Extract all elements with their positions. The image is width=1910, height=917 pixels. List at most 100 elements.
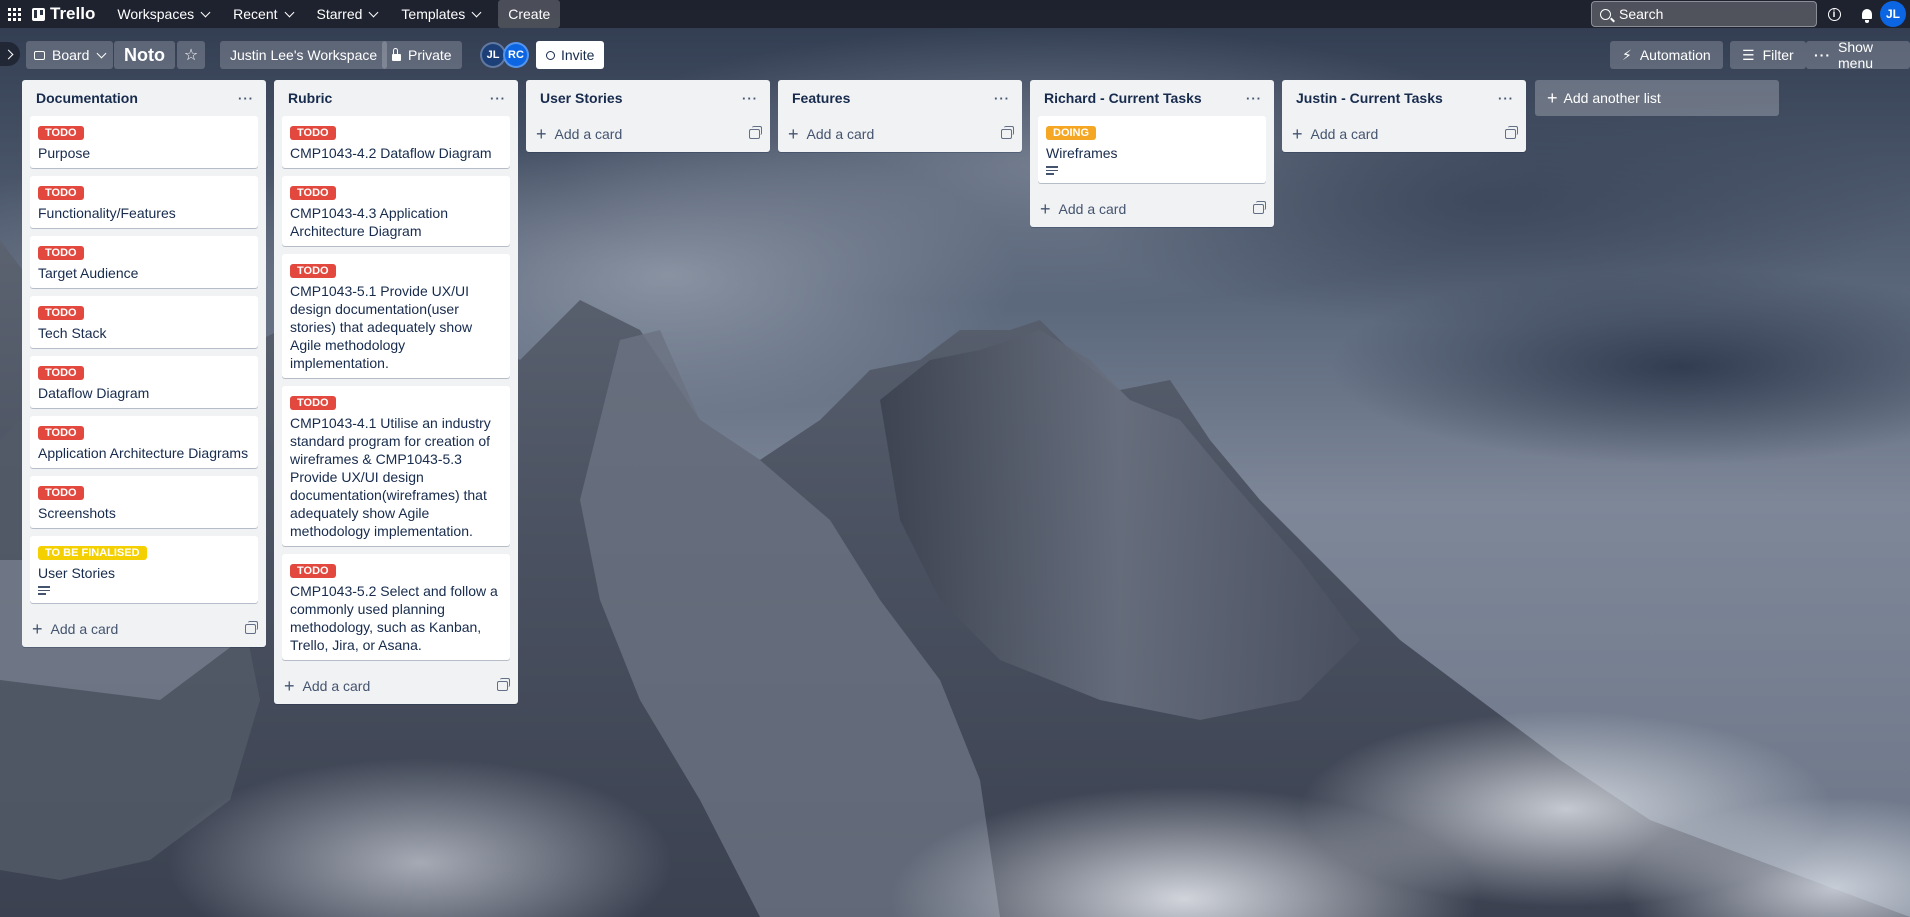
add-card-button[interactable]: + Add a card (1030, 191, 1274, 227)
star-board-button[interactable]: ☆ (177, 41, 205, 69)
app-switcher-icon[interactable] (0, 0, 28, 28)
plus-icon: + (1292, 124, 1303, 144)
card[interactable]: TODO Purpose (30, 116, 258, 168)
board-title[interactable]: Noto (114, 41, 175, 69)
search-box[interactable] (1591, 1, 1817, 27)
list-actions-icon[interactable]: ··· (1246, 91, 1262, 106)
chevron-right-icon (3, 49, 14, 59)
list-title[interactable]: Justin - Current Tasks (1296, 90, 1498, 106)
information-icon[interactable]: i (1824, 4, 1844, 24)
chevron-down-icon (368, 7, 379, 17)
create-from-template-icon[interactable] (245, 620, 258, 634)
add-card-button[interactable]: + Add a card (22, 611, 266, 647)
list-header[interactable]: Features ··· (778, 80, 1022, 116)
card[interactable]: TODO Tech Stack (30, 296, 258, 348)
list-documentation: Documentation ··· TODO Purpose TODO Functi… (22, 80, 266, 647)
account-avatar[interactable]: JL (1880, 1, 1906, 27)
card-label: TODO (38, 126, 84, 140)
filter-button[interactable]: ☰ Filter (1730, 41, 1806, 69)
card[interactable]: TODO Dataflow Diagram (30, 356, 258, 408)
card[interactable]: TODO CMP1043-4.3 Application Architecture… (282, 176, 510, 246)
automation-button[interactable]: ⚡ Automation (1610, 41, 1723, 69)
add-another-list-button[interactable]: + Add another list (1535, 80, 1779, 116)
list-actions-icon[interactable]: ··· (742, 91, 758, 106)
add-card-button[interactable]: + Add a card (526, 116, 770, 152)
list-actions-icon[interactable]: ··· (490, 91, 506, 106)
top-navigation: Trello Workspaces Recent Starred Templat… (0, 0, 1910, 28)
sidebar-expand-button[interactable] (0, 42, 20, 66)
more-icon: ··· (1814, 47, 1831, 63)
plus-icon: + (1040, 198, 1051, 219)
list-actions-icon[interactable]: ··· (238, 91, 254, 106)
list-actions-icon[interactable]: ··· (994, 91, 1010, 106)
create-from-template-icon[interactable] (749, 126, 762, 139)
list-header[interactable]: User Stories ··· (526, 80, 770, 116)
filter-icon: ☰ (1742, 46, 1755, 63)
create-from-template-icon[interactable] (1001, 126, 1014, 139)
board-view-switcher[interactable]: Board (26, 41, 114, 69)
card[interactable]: TODO Screenshots (30, 476, 258, 528)
create-button[interactable]: Create (498, 0, 561, 28)
visibility-button[interactable]: Private (382, 41, 462, 69)
plus-icon: + (284, 676, 295, 696)
list-header[interactable]: Justin - Current Tasks ··· (1282, 80, 1526, 116)
member-avatar[interactable]: RC (503, 42, 529, 68)
list-actions-icon[interactable]: ··· (1498, 91, 1514, 106)
trello-logo[interactable]: Trello (28, 4, 105, 24)
plus-icon: + (1547, 87, 1558, 108)
recent-menu[interactable]: Recent (221, 0, 304, 28)
workspaces-menu[interactable]: Workspaces (105, 0, 221, 28)
card[interactable]: TODO Functionality/Features (30, 176, 258, 228)
templates-menu[interactable]: Templates (389, 0, 492, 28)
list-user-stories: User Stories ··· + Add a card (526, 80, 770, 152)
list-title[interactable]: Rubric (288, 90, 490, 106)
create-from-template-icon[interactable] (497, 678, 510, 691)
notifications-bell-icon[interactable] (1857, 4, 1877, 24)
card[interactable]: TODO CMP1043-4.2 Dataflow Diagram (282, 116, 510, 168)
starred-menu[interactable]: Starred (305, 0, 390, 28)
card-label: TODO (290, 264, 336, 278)
card-label: TODO (290, 186, 336, 200)
card-title: Tech Stack (38, 325, 107, 341)
add-card-button[interactable]: + Add a card (778, 116, 1022, 152)
list-title[interactable]: User Stories (540, 90, 742, 106)
create-from-template-icon[interactable] (1253, 200, 1266, 214)
list-title[interactable]: Features (792, 90, 994, 106)
card-title: CMP1043-5.2 Select and follow a commonly… (290, 583, 498, 653)
card-label: TODO (38, 246, 84, 260)
invite-button[interactable]: Invite (536, 41, 605, 69)
card-label: TO BE FINALISED (38, 546, 147, 560)
list-header[interactable]: Rubric ··· (274, 80, 518, 116)
card[interactable]: TODO Application Architecture Diagrams (30, 416, 258, 468)
list-header[interactable]: Richard - Current Tasks ··· (1030, 80, 1274, 116)
show-menu-button[interactable]: ··· Show menu (1806, 39, 1910, 71)
card[interactable]: TODO Target Audience (30, 236, 258, 288)
add-card-button[interactable]: + Add a card (274, 668, 518, 704)
workspace-button[interactable]: Justin Lee's Workspace (220, 41, 388, 69)
card[interactable]: TODO CMP1043-4.1 Utilise an industry stan… (282, 386, 510, 546)
card-label: TODO (38, 366, 84, 380)
board-view-icon (34, 50, 45, 60)
add-card-button[interactable]: + Add a card (1282, 116, 1526, 152)
list-title[interactable]: Documentation (36, 90, 238, 106)
card-title: Application Architecture Diagrams (38, 445, 249, 461)
list-header[interactable]: Documentation ··· (22, 80, 266, 116)
card[interactable]: TODO CMP1043-5.1 Provide UX/UI design doc… (282, 254, 510, 378)
card-title: Wireframes (1046, 145, 1118, 161)
card-label: TODO (290, 564, 336, 578)
card-title: CMP1043-4.2 Dataflow Diagram (290, 145, 492, 161)
card-title: Functionality/Features (38, 205, 176, 221)
chevron-down-icon (96, 48, 107, 58)
search-icon (1600, 8, 1611, 20)
list-rubric: Rubric ··· TODO CMP1043-4.2 Dataflow Diag… (274, 80, 518, 704)
create-from-template-icon[interactable] (1505, 126, 1518, 139)
card[interactable]: TODO CMP1043-5.2 Select and follow a comm… (282, 554, 510, 660)
card[interactable]: TO BE FINALISED User Stories (30, 536, 258, 603)
search-input[interactable] (1617, 5, 1801, 23)
card-label: DOING (1046, 126, 1097, 140)
card-label: TODO (290, 396, 336, 410)
list-title[interactable]: Richard - Current Tasks (1044, 90, 1246, 106)
card[interactable]: DOING Wireframes (1038, 116, 1266, 183)
logo-text: Trello (50, 4, 96, 23)
card-title: Dataflow Diagram (38, 385, 150, 401)
